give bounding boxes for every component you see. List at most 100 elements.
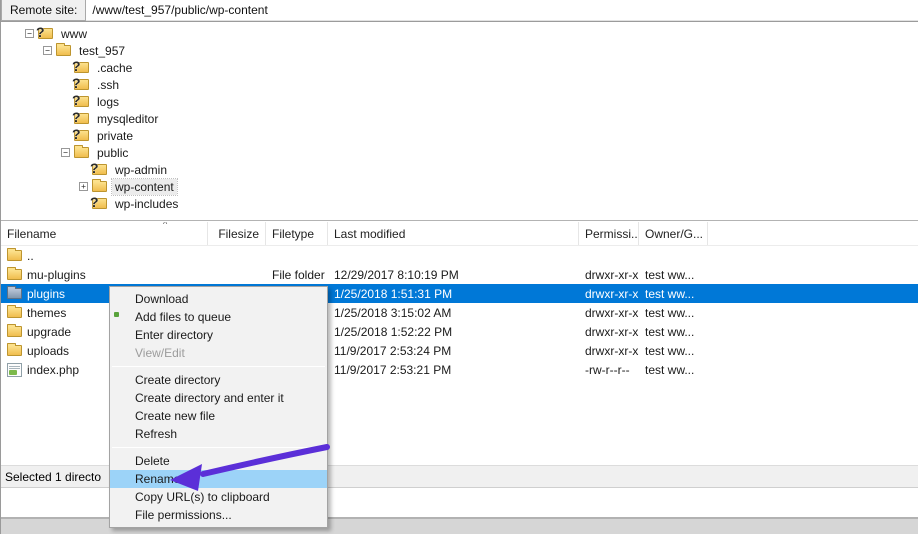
remote-directory-tree: − www − test_957 .cache .ssh: [1, 22, 918, 220]
remote-site-path-input[interactable]: [86, 0, 918, 21]
file-type: [266, 246, 328, 265]
column-header-label: Filetype: [272, 227, 314, 241]
file-modified: [328, 246, 579, 265]
sort-ascending-icon: ^: [163, 222, 167, 229]
tree-item-label: .ssh: [94, 77, 122, 93]
file-name: mu-plugins: [27, 268, 86, 282]
menu-item-label: Copy URL(s) to clipboard: [135, 490, 327, 504]
folder-icon: [7, 269, 22, 280]
file-modified: 11/9/2017 2:53:21 PM: [328, 360, 579, 379]
tree-item-wp-includes[interactable]: wp-includes: [1, 195, 918, 212]
unknown-folder-icon: [92, 164, 107, 175]
file-permissions: drwxr-xr-x: [579, 303, 639, 322]
tree-item-private[interactable]: private: [1, 127, 918, 144]
unknown-folder-icon: [74, 62, 89, 73]
menu-item-label: Create directory: [135, 373, 327, 387]
file-modified: 12/29/2017 8:10:19 PM: [328, 265, 579, 284]
collapse-minus-icon[interactable]: −: [25, 29, 34, 38]
menu-item-label: Download: [135, 292, 327, 306]
column-header-last-modified[interactable]: Last modified: [328, 222, 579, 245]
file-owner: test ww...: [639, 303, 708, 322]
tree-item-test-957[interactable]: − test_957: [1, 42, 918, 59]
expand-plus-icon[interactable]: +: [79, 182, 88, 191]
remote-site-bar: Remote site:: [1, 0, 918, 22]
file-permissions: [579, 246, 639, 265]
column-header-filename[interactable]: ^ Filename: [1, 222, 208, 245]
column-header-owner-g[interactable]: Owner/G...: [639, 222, 708, 245]
file-modified: 1/25/2018 1:52:22 PM: [328, 322, 579, 341]
menu-item-view-edit[interactable]: View/Edit: [110, 344, 327, 362]
menu-item-create-directory[interactable]: Create directory: [110, 371, 327, 389]
folder-icon: [7, 307, 22, 318]
collapse-minus-icon[interactable]: −: [43, 46, 52, 55]
file-type: File folder: [266, 265, 328, 284]
file-owner: test ww...: [639, 360, 708, 379]
menu-item-label: Refresh: [135, 427, 327, 441]
file-modified: 1/25/2018 3:15:02 AM: [328, 303, 579, 322]
tree-item-label: wp-content: [112, 179, 177, 195]
file-owner: test ww...: [639, 265, 708, 284]
folder-icon: [7, 250, 22, 261]
menu-item-create-directory-and-enter-it[interactable]: Create directory and enter it: [110, 389, 327, 407]
menu-item-enter-directory[interactable]: Enter directory: [110, 326, 327, 344]
tree-item-www[interactable]: − www: [1, 25, 918, 42]
file-permissions: drwxr-xr-x: [579, 322, 639, 341]
tree-item-wp-content[interactable]: + wp-content: [1, 178, 918, 195]
tree-item-label: logs: [94, 94, 122, 110]
folder-icon: [7, 326, 22, 337]
file-name: index.php: [27, 363, 79, 377]
tree-item-cache[interactable]: .cache: [1, 59, 918, 76]
file-size: [208, 265, 266, 284]
status-text: Selected 1 directo: [5, 470, 101, 484]
menu-item-add-files-to-queue[interactable]: Add files to queue: [110, 308, 327, 326]
remote-site-label: Remote site:: [1, 0, 86, 21]
file-permissions: drwxr-xr-x: [579, 284, 639, 303]
collapse-minus-icon[interactable]: −: [61, 148, 70, 157]
unknown-folder-icon: [38, 28, 53, 39]
unknown-folder-icon: [74, 130, 89, 141]
tree-item-label: .cache: [94, 60, 135, 76]
folder-icon: [7, 288, 22, 299]
column-header-label: Filesize: [218, 227, 259, 241]
unknown-folder-icon: [74, 96, 89, 107]
menu-item-label: Delete: [135, 454, 327, 468]
folder-icon: [92, 181, 107, 192]
php-file-icon: [7, 363, 22, 377]
column-header-filetype[interactable]: Filetype: [266, 222, 328, 245]
file-row-mu-plugins[interactable]: mu-plugins File folder 12/29/2017 8:10:1…: [1, 265, 918, 284]
tree-item-wp-admin[interactable]: wp-admin: [1, 161, 918, 178]
column-header-label: Owner/G...: [645, 227, 703, 241]
file-permissions: drwxr-xr-x: [579, 265, 639, 284]
menu-item-file-permissions[interactable]: File permissions...: [110, 506, 327, 524]
menu-item-label: View/Edit: [135, 346, 327, 360]
menu-item-download[interactable]: Download: [110, 290, 327, 308]
menu-item-rename[interactable]: Rename: [110, 470, 327, 488]
tree-item-public[interactable]: − public: [1, 144, 918, 161]
column-header-label: Last modified: [334, 227, 405, 241]
file-name: uploads: [27, 344, 69, 358]
tree-item-label: wp-admin: [112, 162, 170, 178]
column-header-filesize[interactable]: Filesize: [208, 222, 266, 245]
menu-item-label: Create directory and enter it: [135, 391, 327, 405]
column-header-permissi[interactable]: Permissi...: [579, 222, 639, 245]
tree-item-label: www: [58, 26, 90, 42]
file-name: plugins: [27, 287, 65, 301]
menu-item-create-new-file[interactable]: Create new file: [110, 407, 327, 425]
menu-item-label: Create new file: [135, 409, 327, 423]
menu-item-label: Rename: [135, 472, 327, 486]
tree-item-label: mysqleditor: [94, 111, 161, 127]
unknown-folder-icon: [92, 198, 107, 209]
unknown-folder-icon: [74, 113, 89, 124]
file-row-[interactable]: ..: [1, 246, 918, 265]
tree-item-mysqleditor[interactable]: mysqleditor: [1, 110, 918, 127]
menu-item-refresh[interactable]: Refresh: [110, 425, 327, 443]
file-modified: 1/25/2018 1:51:31 PM: [328, 284, 579, 303]
tree-item-label: test_957: [76, 43, 128, 59]
filezilla-remote-pane: Remote site: − www − test_957 .cache: [0, 0, 918, 534]
menu-separator: [112, 447, 325, 448]
menu-item-copy-url-s-to-clipboard[interactable]: Copy URL(s) to clipboard: [110, 488, 327, 506]
tree-item-logs[interactable]: logs: [1, 93, 918, 110]
file-name: themes: [27, 306, 66, 320]
menu-item-delete[interactable]: Delete: [110, 452, 327, 470]
tree-item-ssh[interactable]: .ssh: [1, 76, 918, 93]
